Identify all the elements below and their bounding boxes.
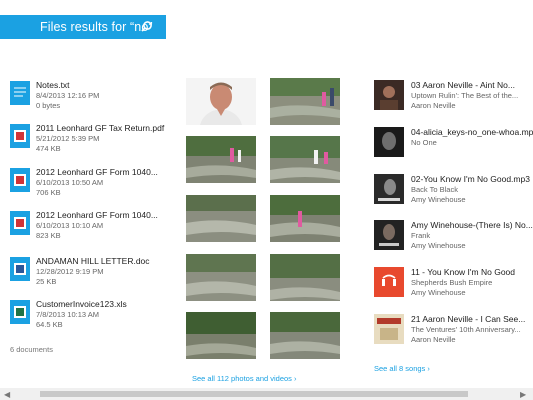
document-size: 706 KB xyxy=(36,188,61,197)
song-album: Uptown Rulin': The Best of the... xyxy=(411,91,519,100)
creek-photo-image xyxy=(270,136,340,183)
song-artist: Amy Winehouse xyxy=(411,288,466,297)
see-all-photos-link[interactable]: See all 112 photos and videos › xyxy=(192,374,297,383)
album-art-image xyxy=(374,80,404,110)
document-date: 7/8/2013 10:13 AM xyxy=(36,310,99,319)
creek-photo-image xyxy=(270,312,340,359)
photo-thumbnail[interactable] xyxy=(186,78,256,125)
song-item[interactable]: Amy Winehouse-(There Is) No... Frank Amy… xyxy=(374,220,533,260)
album-art-image xyxy=(374,314,404,344)
creek-photo-image xyxy=(270,254,340,301)
document-date: 6/10/2013 10:50 AM xyxy=(36,178,104,187)
pdf-file-icon xyxy=(10,168,30,192)
portrait-photo-image xyxy=(186,78,256,125)
song-item[interactable]: 03 Aaron Neville - Aint No... Uptown Rul… xyxy=(374,80,533,120)
pdf-file-icon xyxy=(10,124,30,148)
photo-thumbnail[interactable] xyxy=(270,254,340,301)
pdf-file-icon xyxy=(10,211,30,235)
creek-photo-image xyxy=(186,136,256,183)
song-artist: Amy Winehouse xyxy=(411,241,466,250)
document-name: CustomerInvoice123.xls xyxy=(36,299,127,309)
song-title: 11 - You Know I'm No Good xyxy=(411,267,516,277)
creek-photo-image xyxy=(270,195,340,242)
document-size: 474 KB xyxy=(36,144,61,153)
photo-thumbnail[interactable] xyxy=(270,312,340,359)
document-size: 0 bytes xyxy=(36,101,61,110)
horizontal-scrollbar[interactable]: ◀ ▶ xyxy=(0,388,533,400)
word-file-icon xyxy=(10,257,30,281)
song-title: Amy Winehouse-(There Is) No... xyxy=(411,220,533,230)
documents-count: 6 documents xyxy=(10,345,53,354)
photo-thumbnail[interactable] xyxy=(186,254,256,301)
document-name: 2011 Leonhard GF Tax Return.pdf xyxy=(36,123,165,133)
scroll-thumb[interactable] xyxy=(40,391,468,397)
document-item[interactable]: CustomerInvoice123.xls 7/8/2013 10:13 AM… xyxy=(10,299,180,339)
document-name: 2012 Leonhard GF Form 1040... xyxy=(36,167,158,177)
document-size: 823 KB xyxy=(36,231,61,240)
search-results-title: Files results for “no” xyxy=(40,20,153,34)
photo-thumbnail[interactable] xyxy=(270,195,340,242)
photo-thumbnail[interactable] xyxy=(186,195,256,242)
document-size: 25 KB xyxy=(36,277,57,286)
search-icon[interactable] xyxy=(140,20,153,33)
document-item[interactable]: ANDAMAN HILL LETTER.doc 12/28/2012 9:19 … xyxy=(10,256,180,296)
document-name: ANDAMAN HILL LETTER.doc xyxy=(36,256,150,266)
song-title: 03 Aaron Neville - Aint No... xyxy=(411,80,515,90)
see-all-songs-link[interactable]: See all 8 songs › xyxy=(374,364,430,373)
song-item[interactable]: 02-You Know I'm No Good.mp3 Back To Blac… xyxy=(374,174,533,214)
photo-thumbnail[interactable] xyxy=(186,136,256,183)
song-item[interactable]: 11 - You Know I'm No Good Shepherds Bush… xyxy=(374,267,533,307)
song-item[interactable]: 04-alicia_keys-no_one-whoa.mp3 No One xyxy=(374,127,533,167)
song-title: 04-alicia_keys-no_one-whoa.mp3 xyxy=(411,127,533,137)
song-item[interactable]: 21 Aaron Neville - I Can See... The Vent… xyxy=(374,314,533,354)
document-date: 6/10/2013 10:10 AM xyxy=(36,221,104,230)
creek-photo-image xyxy=(186,312,256,359)
document-item[interactable]: 2011 Leonhard GF Tax Return.pdf 5/21/201… xyxy=(10,123,180,163)
search-header[interactable]: Files results for “no” xyxy=(0,15,166,39)
song-title: 02-You Know I'm No Good.mp3 xyxy=(411,174,530,184)
photo-thumbnail[interactable] xyxy=(270,78,340,125)
song-album: Back To Black xyxy=(411,185,458,194)
creek-photo-image xyxy=(270,78,340,125)
song-album: Shepherds Bush Empire xyxy=(411,278,493,287)
document-item[interactable]: 2012 Leonhard GF Form 1040... 6/10/2013 … xyxy=(10,210,180,250)
photo-thumbnail[interactable] xyxy=(270,136,340,183)
document-item[interactable]: Notes.txt 8/4/2013 12:16 PM 0 bytes xyxy=(10,80,180,120)
song-album: No One xyxy=(411,138,437,147)
document-date: 8/4/2013 12:16 PM xyxy=(36,91,100,100)
document-date: 12/28/2012 9:19 PM xyxy=(36,267,104,276)
creek-photo-image xyxy=(186,195,256,242)
album-art-image xyxy=(374,174,404,204)
album-art-image xyxy=(374,220,404,250)
song-artist: Aaron Neville xyxy=(411,335,456,344)
song-album: Frank xyxy=(411,231,431,240)
album-art-image xyxy=(374,127,404,157)
document-name: Notes.txt xyxy=(36,80,70,90)
scroll-right-icon[interactable]: ▶ xyxy=(520,390,526,399)
document-item[interactable]: 2012 Leonhard GF Form 1040... 6/10/2013 … xyxy=(10,167,180,207)
song-artist: Amy Winehouse xyxy=(411,195,466,204)
song-album: The Ventures' 10th Anniversary... xyxy=(411,325,521,334)
song-title: 21 Aaron Neville - I Can See... xyxy=(411,314,526,324)
scroll-left-icon[interactable]: ◀ xyxy=(4,390,10,399)
document-size: 64.5 KB xyxy=(36,320,63,329)
music-note-icon xyxy=(374,267,404,297)
document-name: 2012 Leonhard GF Form 1040... xyxy=(36,210,158,220)
excel-file-icon xyxy=(10,300,30,324)
song-artist: Aaron Neville xyxy=(411,101,456,110)
photo-thumbnail[interactable] xyxy=(186,312,256,359)
creek-photo-image xyxy=(186,254,256,301)
text-file-icon xyxy=(10,81,30,105)
document-date: 5/21/2012 5:39 PM xyxy=(36,134,100,143)
